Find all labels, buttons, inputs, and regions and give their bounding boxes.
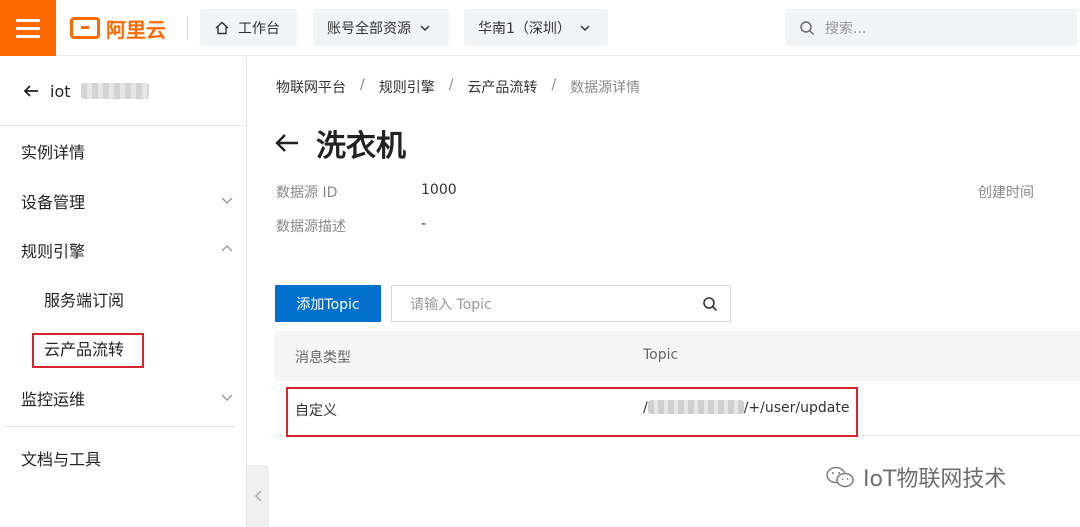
created-time-label: 创建时间	[978, 185, 1034, 201]
page-header: 洗衣机	[274, 121, 406, 165]
sidebar-item-label: 监控运维	[21, 390, 86, 409]
breadcrumb-separator: /	[448, 77, 454, 93]
sidebar-item-monitoring[interactable]: 监控运维	[0, 374, 246, 422]
table-header: 消息类型 Topic	[275, 331, 1080, 381]
menu-button[interactable]	[0, 0, 56, 56]
breadcrumb: 物联网平台 / 规则引擎 / 云产品流转 / 数据源详情	[276, 77, 640, 97]
data-source-id-label: 数据源 ID	[276, 185, 338, 201]
topic-suffix: /+/user/update	[743, 400, 850, 416]
page-title: 洗衣机	[316, 129, 406, 164]
sidebar-item-label: 文档与工具	[21, 450, 102, 469]
chevron-down-icon	[420, 24, 430, 31]
sidebar-item-instance-details[interactable]: 实例详情	[0, 127, 246, 175]
breadcrumb-separator: /	[360, 77, 365, 93]
breadcrumb-separator: /	[551, 77, 557, 93]
region-dropdown[interactable]: 华南1（深圳）	[464, 9, 608, 46]
instance-name-redacted	[80, 83, 149, 99]
breadcrumb-item-iot-platform[interactable]: 物联网平台	[276, 77, 346, 97]
wechat-watermark: IoT物联网技术	[825, 461, 1006, 493]
sidebar-item-label: 服务端订阅	[44, 291, 125, 310]
sidebar-item-docs-tools[interactable]: 文档与工具	[0, 434, 246, 482]
chevron-down-icon	[221, 197, 233, 204]
region-label: 华南1（深圳）	[478, 20, 571, 37]
global-search-placeholder: 搜索...	[825, 20, 867, 37]
sidebar-back-button[interactable]: iot	[0, 57, 246, 126]
menu-bar-3	[16, 34, 40, 38]
sidebar-item-label: 设备管理	[21, 193, 86, 212]
sidebar-item-label: 实例详情	[21, 143, 86, 162]
sidebar-divider	[6, 426, 235, 427]
chevron-up-icon	[221, 245, 233, 252]
home-icon	[215, 21, 229, 34]
resources-label: 账号全部资源	[327, 20, 411, 37]
breadcrumb-item-rule-engine[interactable]: 规则引擎	[379, 77, 435, 97]
data-source-desc-label: 数据源描述	[276, 219, 346, 235]
sidebar-item-label: 规则引擎	[21, 242, 86, 261]
topic-search-placeholder: 请输入 Topic	[410, 296, 492, 313]
add-topic-button[interactable]: 添加Topic	[275, 285, 381, 322]
back-arrow-icon[interactable]	[274, 132, 300, 154]
chevron-down-icon	[221, 394, 233, 401]
data-source-id-value: 1000	[421, 182, 457, 198]
instance-name: iot	[50, 81, 71, 101]
logo-divider	[187, 16, 188, 40]
table-row: 自定义 //+/user/update	[275, 381, 1080, 437]
menu-bar-2	[16, 26, 40, 30]
sidebar: iot 实例详情 设备管理 规则引擎 服务端订阅 云产品流转 监控运维 文档与工…	[0, 57, 247, 527]
cell-message-type: 自定义	[295, 403, 337, 419]
breadcrumb-item-current: 数据源详情	[570, 80, 641, 96]
search-icon	[800, 20, 814, 35]
aliyun-logo-icon	[70, 17, 100, 39]
topic-search-input[interactable]: 请输入 Topic	[391, 285, 731, 322]
wechat-icon	[826, 466, 854, 488]
column-header-topic: Topic	[643, 347, 679, 363]
logo-text: 阿里云	[106, 17, 166, 42]
workbench-button[interactable]: 工作台	[200, 9, 297, 46]
topic-table: 消息类型 Topic 自定义 //+/user/update	[275, 331, 1080, 437]
resources-dropdown[interactable]: 账号全部资源	[313, 9, 449, 46]
sidebar-item-device-management[interactable]: 设备管理	[0, 177, 246, 225]
breadcrumb-item-data-forwarding[interactable]: 云产品流转	[467, 77, 537, 97]
arrow-left-icon	[23, 85, 38, 97]
watermark-text: IoT物联网技术	[863, 467, 1007, 492]
menu-bar-1	[16, 18, 40, 22]
sidebar-item-rule-engine[interactable]: 规则引擎	[0, 226, 246, 274]
topic-redacted	[647, 400, 744, 414]
cell-topic: //+/user/update	[643, 400, 849, 416]
data-source-desc-value: -	[421, 216, 427, 232]
top-bar: 阿里云 工作台 账号全部资源 华南1（深圳） 搜索...	[0, 0, 1080, 56]
sidebar-item-label: 云产品流转	[44, 340, 125, 359]
main-content: 物联网平台 / 规则引擎 / 云产品流转 / 数据源详情 洗衣机 数据源 ID …	[248, 57, 1080, 527]
search-icon[interactable]	[702, 296, 718, 312]
workbench-label: 工作台	[238, 20, 280, 37]
column-header-message-type: 消息类型	[295, 350, 351, 366]
sidebar-item-server-subscription[interactable]: 服务端订阅	[0, 275, 246, 323]
global-search-input[interactable]: 搜索...	[785, 9, 1077, 46]
sidebar-item-data-forwarding[interactable]: 云产品流转	[0, 324, 246, 372]
chevron-down-icon	[580, 24, 590, 31]
aliyun-logo[interactable]: 阿里云	[70, 14, 166, 42]
